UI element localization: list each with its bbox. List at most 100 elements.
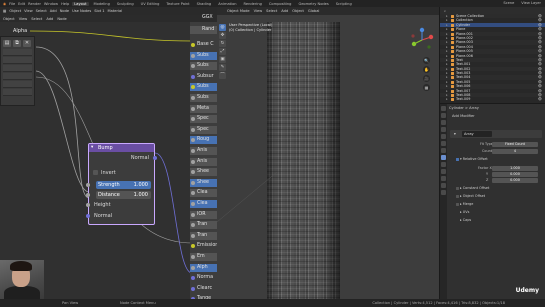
transform-tool-icon[interactable]: ▣ [219,56,226,63]
input-socket[interactable] [191,255,195,259]
input-socket[interactable] [191,96,195,100]
strength-field[interactable]: Strength 1.000 [96,181,151,189]
bsdf-input-row[interactable]: Spec [190,115,217,124]
menu-view-2[interactable]: View [19,17,28,21]
add-modifier-button[interactable]: Add Modifier [452,114,475,118]
output-tab-icon[interactable] [441,120,446,125]
input-socket[interactable] [191,233,195,238]
panel-row[interactable] [3,89,32,96]
menu-object-2[interactable]: Object [3,17,15,21]
bsdf-input-row[interactable]: Norma [190,274,217,282]
input-socket[interactable] [191,170,195,175]
factor-y-field[interactable]: 0.000 [492,172,538,177]
input-socket[interactable] [191,53,195,58]
input-socket[interactable] [191,180,195,185]
new-icon[interactable]: ⧉ [13,40,21,47]
constant-offset-section[interactable]: Constant Offset [460,186,490,190]
input-socket[interactable] [191,117,195,122]
modifier-expand-icon[interactable]: ▾ [454,132,456,136]
normal-socket[interactable] [86,214,90,218]
distribution-label[interactable]: GGX [190,14,217,22]
workspace-tab-geometry-nodes[interactable]: Geometry Nodes [296,2,330,6]
relative-offset-section[interactable]: Relative Offset [460,157,488,161]
input-socket[interactable] [191,212,195,217]
node-side-panel[interactable]: ▤ ⧉ ✕ [0,36,35,106]
bsdf-input-row[interactable]: Base C [190,41,217,49]
transform-orientation[interactable]: Global [308,9,319,13]
input-socket[interactable] [191,74,195,79]
viewport-menu-view[interactable]: View [254,9,263,13]
factor-z-field[interactable]: 0.000 [492,178,538,183]
viewport-menu-select[interactable]: Select [266,9,277,13]
input-socket[interactable] [191,43,195,47]
modifier-name-field[interactable]: Array [462,131,492,137]
input-socket[interactable] [191,149,195,153]
outliner[interactable]: ⌕ ▸ Scene Collection 👁 ▸ Collection 👁 ▸ Cylinde… [439,7,545,103]
workspace-tab-sculpting[interactable]: Sculpting [115,2,136,6]
invert-checkbox[interactable] [93,170,98,175]
render-tab-icon[interactable] [441,113,446,118]
object-mode-selector[interactable]: Object Mode [227,9,250,13]
use-nodes-toggle[interactable]: Use Nodes [72,9,91,13]
panel-row[interactable] [3,65,32,72]
shader-node-editor[interactable]: ▦ Object View Select Add Node Use Nodes … [0,7,217,299]
panel-row[interactable] [3,49,32,56]
bsdf-input-row[interactable]: Emission [190,242,217,250]
merge-checkbox[interactable] [456,203,459,206]
subsurface-method[interactable]: Rand [190,26,217,34]
modifier-tab-icon[interactable] [441,155,446,160]
menu-node[interactable]: Node [60,9,69,13]
bsdf-input-row[interactable]: Subs [190,62,217,71]
scene-tab-icon[interactable] [441,134,446,139]
bsdf-input-row[interactable]: Meta [190,104,217,113]
bsdf-input-row[interactable]: Tran [190,221,217,230]
bump-output-socket[interactable] [153,156,157,160]
menu-add[interactable]: Add [50,9,57,13]
constant-offset-checkbox[interactable] [456,187,459,190]
visibility-eye-icon[interactable]: 👁 [538,97,542,101]
bsdf-input-row[interactable]: Shee [190,178,217,187]
bsdf-input-row[interactable]: IOR [190,210,217,219]
constraints-tab-icon[interactable] [441,176,446,181]
navigation-gizmo[interactable] [409,27,435,53]
bsdf-input-row[interactable]: Shee [190,168,217,177]
fit-type-dropdown[interactable]: Fixed Count [492,142,538,147]
workspace-tab-animation[interactable]: Animation [216,2,238,6]
factor-x-field[interactable]: 1.000 [492,166,538,171]
menu-render[interactable]: Render [28,2,41,6]
bump-node[interactable]: Bump Normal Invert Strength 1.000 Distan… [86,143,157,225]
view-layer-selector[interactable]: View Layer [521,1,541,5]
slot-selector[interactable]: Slot 1 [94,9,104,13]
input-socket[interactable] [191,244,195,249]
ortho-toggle-icon[interactable]: ▦ [423,84,430,91]
scale-tool-icon[interactable]: ⤢ [219,48,226,55]
input-socket[interactable] [191,138,195,143]
blender-logo-icon[interactable]: ◉ [3,2,6,6]
bsdf-input-row[interactable]: Subs [190,51,217,60]
tool-tab-icon[interactable] [441,106,446,111]
expand-arrow-icon[interactable]: ▸ [446,97,448,101]
pan-icon[interactable]: ✋ [423,66,430,73]
input-socket[interactable] [191,85,195,90]
filter-icon[interactable]: ⌕ [444,9,446,13]
rotate-tool-icon[interactable]: ↻ [219,40,226,47]
select-tool-icon[interactable]: ◎ [219,24,226,31]
bsdf-input-row[interactable]: Clearc [190,285,217,293]
scene-selector[interactable]: Scene [503,1,514,5]
editor-type-icon[interactable]: ▦ [3,9,6,13]
panel-row[interactable] [3,73,32,80]
array-modifier-header[interactable]: ▾ Array [450,130,542,138]
panel-row[interactable] [3,81,32,88]
input-socket[interactable] [191,202,195,206]
input-socket[interactable] [191,223,195,228]
viewport-menu-add[interactable]: Add [281,9,288,13]
world-tab-icon[interactable] [441,141,446,146]
bump-node-title[interactable]: Bump [89,144,154,152]
principled-bsdf-node[interactable]: GGX Rand Base C Subs Subs Subsur Subs Subs Met… [190,15,217,299]
material-selector[interactable]: Material [108,9,123,13]
menu-file[interactable]: File [9,2,15,6]
input-socket[interactable] [191,265,195,270]
object-tab-icon[interactable] [441,148,446,153]
distance-field[interactable]: Distance 1.000 [96,191,151,199]
workspace-tab-scripting[interactable]: Scripting [334,2,354,6]
